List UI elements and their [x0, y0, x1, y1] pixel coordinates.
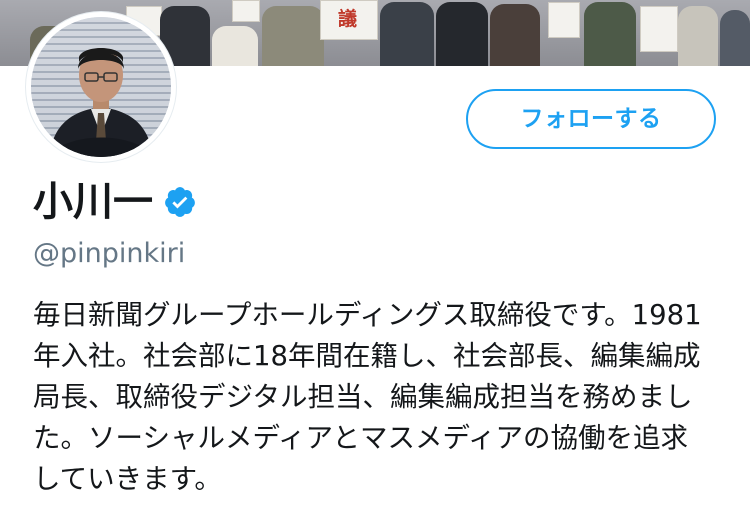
banner-sign-text: 議: [338, 8, 358, 30]
user-handle: @pinpinkiri: [33, 238, 186, 269]
profile-name-row: 小川一: [33, 174, 197, 230]
profile-bio: 毎日新聞グループホールディングス取締役です。1981 年入社。社会部に18年間在…: [33, 299, 702, 495]
display-name: 小川一: [33, 179, 153, 225]
avatar-portrait-icon: [49, 48, 153, 157]
follow-button[interactable]: フォローする: [466, 89, 716, 149]
avatar-photo: [31, 17, 171, 157]
verified-badge-icon: [165, 187, 195, 217]
profile-avatar[interactable]: [26, 12, 176, 162]
profile-page: 議 フォローする 小川一 @pinpinkiri 毎日新聞グループホールディング…: [0, 0, 750, 517]
